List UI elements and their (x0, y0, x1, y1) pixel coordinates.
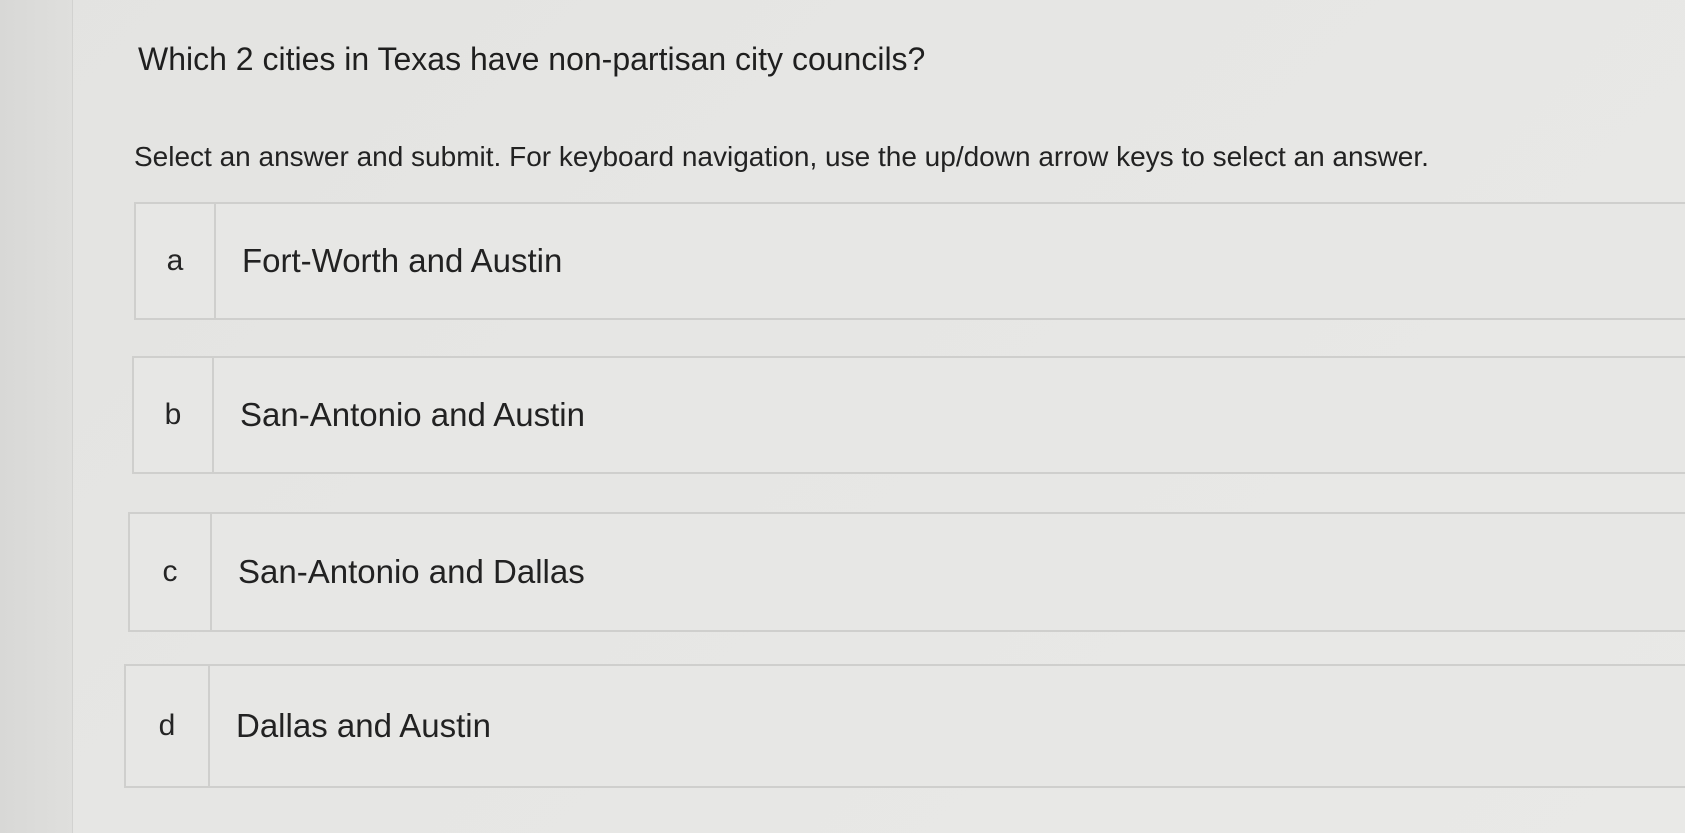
answer-choice-d[interactable]: d Dallas and Austin (124, 664, 1685, 788)
choice-label: Dallas and Austin (236, 707, 491, 744)
choice-label: Fort-Worth and Austin (242, 242, 563, 279)
answer-choices: a Fort-Worth and Austin b San-Antonio an… (0, 0, 1685, 833)
choice-label: San-Antonio and Austin (240, 396, 585, 433)
answer-choice-a[interactable]: a Fort-Worth and Austin (134, 202, 1685, 320)
choice-label: San-Antonio and Dallas (238, 553, 585, 590)
answer-choice-c[interactable]: c San-Antonio and Dallas (128, 512, 1685, 632)
choice-letter: c (130, 514, 212, 630)
choice-letter: d (126, 666, 210, 786)
choice-letter: a (136, 204, 216, 318)
choice-letter: b (134, 358, 214, 472)
answer-choice-b[interactable]: b San-Antonio and Austin (132, 356, 1685, 474)
